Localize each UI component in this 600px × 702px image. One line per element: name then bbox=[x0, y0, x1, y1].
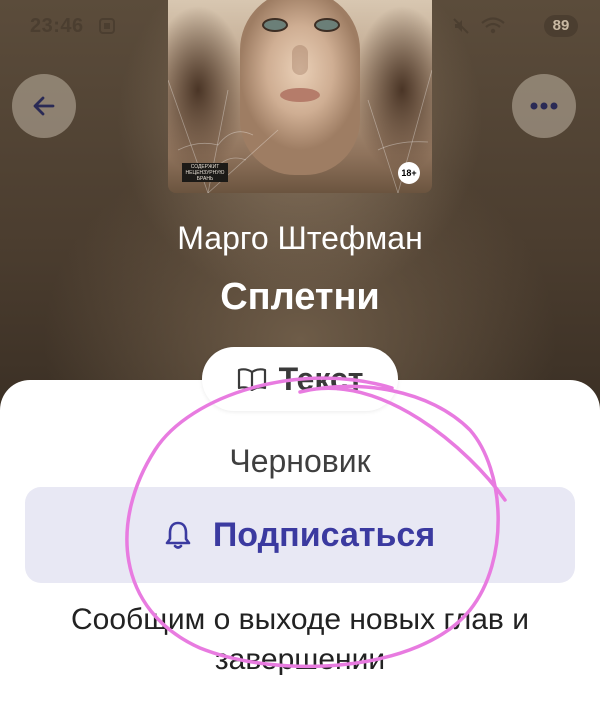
wifi-icon bbox=[481, 17, 505, 34]
book-status-label: Черновик bbox=[229, 443, 371, 479]
subscribe-button[interactable]: Подписаться bbox=[25, 487, 575, 583]
cover-publisher-badge: СОДЕРЖИТ НЕЦЕНЗУРНУЮ БРАНЬ bbox=[182, 163, 228, 182]
screenshot-icon bbox=[99, 18, 115, 34]
battery-icon: 89 bbox=[544, 15, 578, 37]
book-open-icon bbox=[237, 368, 266, 391]
book-title: Сплетни bbox=[220, 276, 380, 318]
mute-icon bbox=[453, 18, 469, 34]
status-time: 23:46 bbox=[30, 15, 84, 37]
age-rating-badge: 18+ bbox=[398, 162, 420, 184]
more-button[interactable] bbox=[512, 74, 576, 138]
arrow-left-icon bbox=[33, 96, 55, 116]
book-cover[interactable]: СОДЕРЖИТ НЕЦЕНЗУРНУЮ БРАНЬ 18+ bbox=[168, 0, 432, 193]
format-pill[interactable]: Текст bbox=[202, 347, 398, 411]
bell-icon bbox=[165, 521, 191, 549]
subscribe-notice: Сообщим о выходе новых глав и завершении bbox=[71, 603, 529, 676]
book-author[interactable]: Марго Штефман bbox=[0, 220, 600, 257]
format-label: Текст bbox=[278, 360, 364, 397]
subscribe-label: Подписаться bbox=[212, 515, 436, 554]
more-dots-icon bbox=[530, 102, 558, 110]
back-button[interactable] bbox=[12, 74, 76, 138]
